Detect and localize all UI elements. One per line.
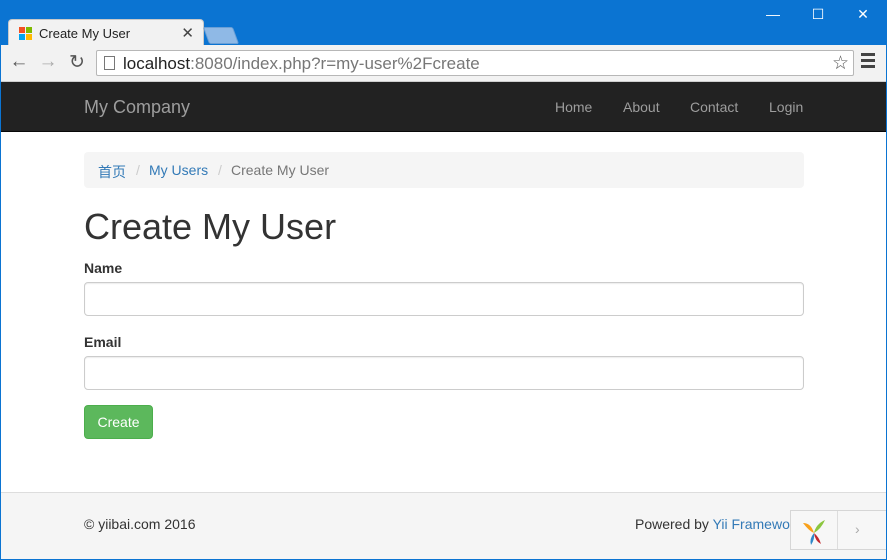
- reload-icon[interactable]: ↻: [66, 51, 88, 74]
- address-text: localhost:8080/index.php?r=my-user%2Fcre…: [123, 54, 480, 74]
- address-bar[interactable]: localhost:8080/index.php?r=my-user%2Fcre…: [96, 50, 854, 76]
- tab-favicon-icon: [19, 27, 32, 40]
- browser-menu-icon[interactable]: [861, 53, 875, 71]
- breadcrumb-separator: /: [218, 162, 222, 178]
- breadcrumb: 首页 / My Users / Create My User: [84, 152, 804, 188]
- footer-copyright: © yiibai.com 2016: [84, 516, 196, 532]
- minimize-icon[interactable]: —: [763, 6, 783, 22]
- brand-link[interactable]: My Company: [84, 97, 190, 118]
- toolbar-expand-icon[interactable]: ›: [855, 521, 860, 537]
- nav-about[interactable]: About: [623, 99, 660, 115]
- new-tab-button[interactable]: [202, 27, 240, 44]
- app-navbar: My Company Home About Contact Login: [0, 82, 887, 132]
- tab-close-icon[interactable]: ✕: [181, 24, 194, 42]
- footer: © yiibai.com 2016 Powered by Yii Framewo: [0, 492, 887, 560]
- nav-login[interactable]: Login: [769, 99, 803, 115]
- close-window-icon[interactable]: ✕: [853, 6, 873, 23]
- browser-toolbar: ← → ↻ localhost:8080/index.php?r=my-user…: [0, 45, 887, 82]
- nav-contact[interactable]: Contact: [690, 99, 738, 115]
- email-label: Email: [84, 334, 122, 350]
- breadcrumb-current: Create My User: [231, 162, 330, 178]
- name-label: Name: [84, 260, 123, 276]
- yii-framework-link[interactable]: Yii Framewo: [713, 516, 790, 532]
- address-path: :8080/index.php?r=my-user%2Fcreate: [190, 54, 480, 73]
- yii-debug-toolbar[interactable]: ›: [790, 510, 887, 550]
- email-input[interactable]: [84, 356, 804, 390]
- name-input[interactable]: [84, 282, 804, 316]
- powered-by-text: Powered by: [635, 516, 713, 532]
- bookmark-star-icon[interactable]: ☆: [832, 52, 849, 75]
- tab-title: Create My User: [39, 26, 131, 41]
- browser-tab[interactable]: Create My User ✕: [8, 19, 204, 46]
- nav-home[interactable]: Home: [555, 99, 592, 115]
- page-icon: [104, 56, 115, 70]
- breadcrumb-separator: /: [136, 162, 140, 178]
- page-title: Create My User: [84, 206, 337, 247]
- back-icon[interactable]: ←: [8, 51, 30, 73]
- address-host: localhost: [123, 54, 191, 73]
- forward-icon[interactable]: →: [37, 51, 59, 73]
- footer-powered-by: Powered by Yii Framewo: [635, 516, 790, 532]
- create-button[interactable]: Create: [84, 405, 153, 439]
- yii-logo-icon[interactable]: [799, 517, 829, 547]
- breadcrumb-my-users[interactable]: My Users: [149, 162, 208, 178]
- maximize-icon[interactable]: ☐: [808, 6, 828, 23]
- toolbar-divider: [837, 511, 838, 549]
- window-titlebar: Create My User ✕ — ☐ ✕: [0, 0, 887, 46]
- breadcrumb-home[interactable]: 首页: [98, 162, 126, 182]
